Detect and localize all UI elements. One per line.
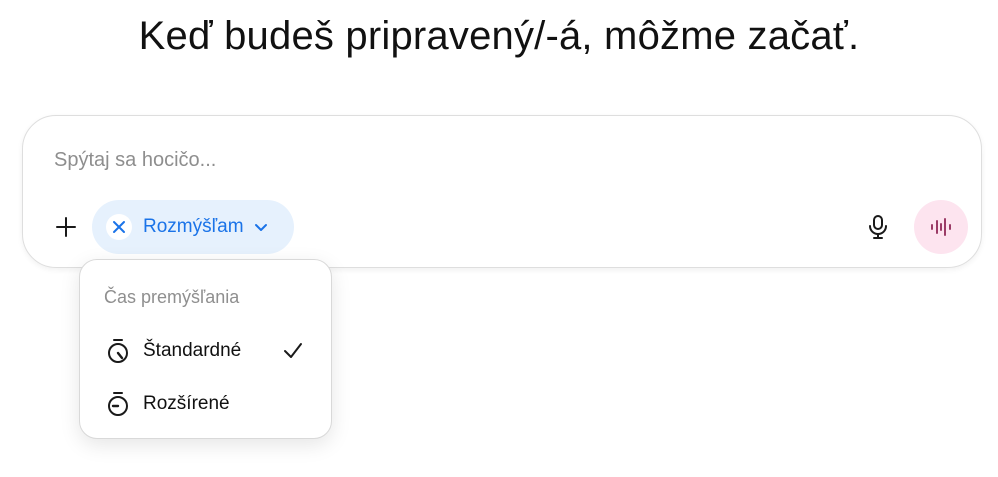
- page-headline: Keď budeš pripravený/-á, môžme začať.: [138, 14, 860, 58]
- mode-chip-label: Rozmýšľam: [143, 216, 244, 237]
- microphone-icon: [869, 215, 887, 239]
- close-icon: [113, 221, 125, 233]
- menu-item-extended[interactable]: Rozšírené: [90, 382, 322, 426]
- voice-mode-button[interactable]: [914, 200, 968, 254]
- thinking-mode-chip[interactable]: Rozmýšľam: [92, 200, 294, 254]
- chevron-down-icon: [254, 220, 268, 234]
- page: Keď budeš pripravený/-á, môžme začať. Ro…: [0, 0, 998, 477]
- prompt-input[interactable]: [54, 146, 854, 174]
- menu-item-label: Štandardné: [143, 340, 242, 361]
- plus-icon: [56, 217, 76, 237]
- thinking-time-menu: Čas premýšľania Štandardné Rozšírené: [79, 259, 332, 439]
- timer-standard-icon: [105, 338, 131, 364]
- timer-extended-icon: [105, 391, 131, 417]
- menu-header: Čas premýšľania: [104, 287, 240, 307]
- prompt-composer: Rozmýšľam: [22, 115, 982, 268]
- remove-mode-button[interactable]: [106, 214, 132, 240]
- add-attachment-button[interactable]: [51, 212, 81, 242]
- dictate-button[interactable]: [863, 212, 893, 242]
- checkmark-icon: [284, 343, 302, 358]
- voice-waveform-icon: [931, 218, 951, 236]
- menu-item-standard[interactable]: Štandardné: [90, 329, 322, 373]
- menu-item-label: Rozšírené: [143, 393, 230, 414]
